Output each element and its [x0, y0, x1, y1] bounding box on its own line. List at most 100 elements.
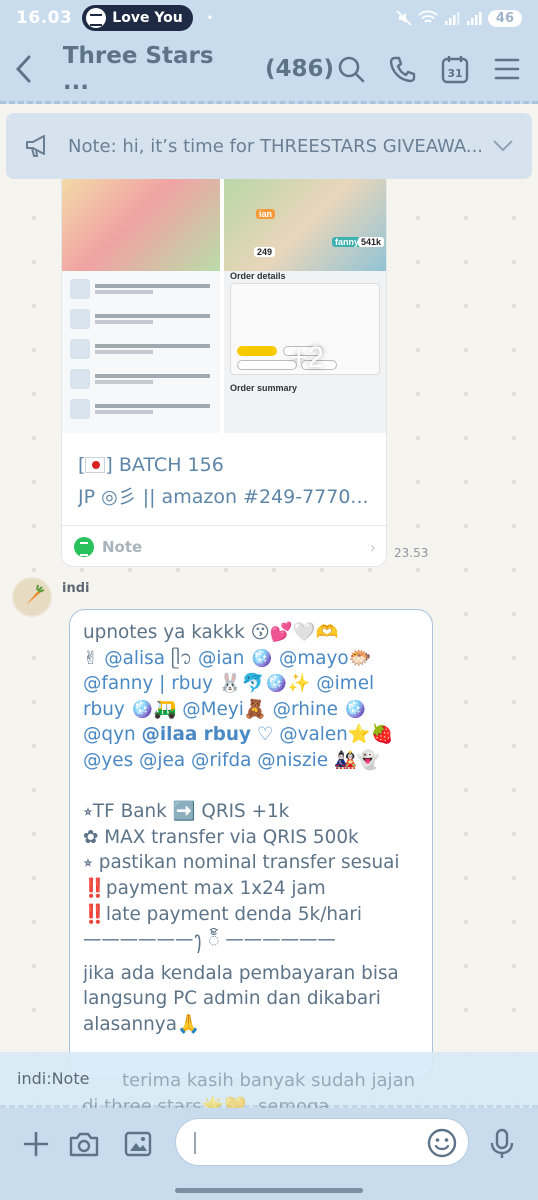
- avatar[interactable]: [12, 577, 52, 617]
- plus-icon: [23, 1131, 49, 1157]
- notification-dot: •: [206, 12, 214, 24]
- carrot-avatar-icon: [14, 579, 50, 615]
- home-indicator[interactable]: [175, 1188, 363, 1193]
- back-button[interactable]: [14, 49, 45, 89]
- megaphone-icon: [26, 135, 45, 157]
- order-list-row: [70, 279, 210, 299]
- order-list-row: [70, 309, 210, 329]
- mention[interactable]: @ilaa rbuy: [141, 724, 251, 745]
- message-line: ⭒ pastikan nominal transfer sesuai: [83, 852, 400, 874]
- chevron-down-icon[interactable]: [492, 139, 514, 153]
- message-line: langsung PC admin dan dikabari: [83, 988, 381, 1010]
- order-list-row: [70, 369, 210, 389]
- message-line: ✌ @alisa ᥫ᭡ @ian 🪩 @mayo🐡: [83, 646, 420, 672]
- mention[interactable]: rbuy 🪩🛺 @Meyi: [83, 699, 244, 720]
- composer-bar: [0, 1108, 538, 1200]
- post-subtitle: JP ◎彡 || amazon #249-7770...: [78, 486, 369, 508]
- spotify-icon: [86, 8, 107, 28]
- message-line: ⭒TF Bank ➡️ QRIS +1k: [83, 801, 290, 823]
- message-fragment: ⭐🍓: [347, 724, 394, 746]
- member-count: (486): [264, 55, 334, 82]
- message-input[interactable]: [175, 1118, 469, 1166]
- status-time: 16.03: [16, 8, 73, 28]
- message-line: @qyn @ilaa rbuy ♡ @valen⭐🍓: [83, 722, 420, 748]
- chat-title[interactable]: Three Stars ...: [63, 43, 241, 95]
- mute-icon: [396, 10, 412, 26]
- more-images-count[interactable]: +2: [290, 341, 324, 375]
- track-package-chip: [237, 346, 277, 356]
- post-image-collage[interactable]: ian 249 fanny 541k Order details Order s…: [62, 171, 386, 433]
- note-label: Note: [102, 538, 143, 556]
- now-playing-label: Love You: [112, 10, 183, 26]
- camera-icon: [69, 1132, 99, 1157]
- mention[interactable]: @yes @jea @rifda @niszie: [83, 750, 328, 771]
- emoji-button[interactable]: [426, 1127, 458, 1159]
- order-summary-label: Order summary: [230, 383, 298, 393]
- sender-name: indi: [62, 581, 90, 596]
- message-line: ‼️payment max 1x24 jam: [83, 877, 326, 899]
- status-icons: 46: [396, 9, 522, 27]
- text-caret: [194, 1132, 196, 1154]
- message-line: ✿ MAX transfer via QRIS 500k: [83, 826, 359, 848]
- search-icon: [338, 56, 365, 82]
- message-line: rbuy 🪩🛺 @Meyi🧸 @rhine 🪩: [83, 697, 420, 723]
- post-title: BATCH 156: [118, 454, 224, 476]
- status-bar: 16.03 Love You • 46: [0, 0, 538, 36]
- chat-header: Three Stars ... (486) 31: [0, 36, 538, 104]
- divider-line: ——————ꫂ ၴႅၴ ——————: [83, 929, 336, 951]
- message-bubble[interactable]: upnotes ya kakkk 😗💕🤍🫶 ✌ @alisa ᥫ᭡ @ian 🪩…: [69, 609, 433, 1079]
- message-fragment: ᥫ᭡: [170, 647, 198, 669]
- chevron-right-icon: ›: [369, 537, 376, 557]
- message-line: upnotes ya kakkk 😗💕🤍🫶: [83, 622, 339, 643]
- post-text: [] BATCH 156 JP ◎彡 || amazon #249-7770..…: [78, 449, 378, 513]
- calendar-button[interactable]: 31: [438, 52, 472, 86]
- message-fragment: 🧸: [243, 698, 273, 720]
- voice-button[interactable]: [482, 1124, 522, 1164]
- gallery-button[interactable]: [118, 1124, 158, 1164]
- japan-flag-icon: [85, 457, 106, 473]
- mic-icon: [490, 1128, 514, 1158]
- price-tag: 541k: [358, 237, 385, 247]
- message-line: ‼️late payment denda 5k/hari: [83, 903, 362, 925]
- battery-indicator: 46: [487, 9, 522, 27]
- note-icon: [74, 537, 94, 557]
- order-list-row: [70, 399, 210, 419]
- post-footer[interactable]: Note ›: [62, 525, 386, 566]
- write-review-chip: [237, 360, 297, 370]
- message-fragment: ♡: [251, 724, 280, 746]
- message-fragment: 🎎👻: [328, 749, 380, 771]
- qty-tag: 249: [254, 247, 276, 257]
- pinned-note-banner[interactable]: Note: hi, it’s time for THREESTARS GIVEA…: [6, 113, 532, 179]
- message-overflow-preview: terima kasih banyak sudah jajan di three…: [69, 1068, 433, 1108]
- mention[interactable]: @rhine 🪩: [273, 699, 367, 720]
- pinned-note-text: Note: hi, it’s time for THREESTARS GIVEA…: [68, 135, 484, 157]
- note-post-card[interactable]: ian 249 fanny 541k Order details Order s…: [61, 170, 387, 567]
- mention[interactable]: @ian 🪩 @mayo: [198, 648, 349, 669]
- phone-icon: [389, 56, 416, 82]
- add-button[interactable]: [16, 1124, 56, 1164]
- mention-line[interactable]: @fanny | rbuy 🐰🐬🪩✨ @imel: [83, 671, 420, 697]
- menu-button[interactable]: [490, 52, 524, 86]
- camera-button[interactable]: [64, 1124, 104, 1164]
- mention[interactable]: @alisa: [104, 648, 171, 669]
- mention[interactable]: @valen: [279, 724, 348, 745]
- message-fragment: 🐡: [348, 647, 372, 669]
- message-line: @yes @jea @rifda @niszie 🎎👻: [83, 748, 420, 774]
- now-playing-pill[interactable]: Love You: [82, 5, 193, 31]
- smiley-icon: [427, 1128, 457, 1158]
- calendar-day: 31: [447, 67, 462, 80]
- order-details-label: Order details: [230, 271, 286, 281]
- photo-tile-1: [62, 179, 220, 271]
- order-list-row: [70, 339, 210, 359]
- wifi-icon: [418, 10, 438, 23]
- menu-icon: [494, 58, 520, 79]
- post-timestamp: 23.53: [394, 546, 429, 560]
- calendar-icon: 31: [441, 55, 469, 83]
- image-icon: [124, 1131, 152, 1157]
- search-button[interactable]: [334, 52, 368, 86]
- mention[interactable]: @qyn: [83, 724, 141, 745]
- message-line: alasannya🙏: [83, 1013, 200, 1035]
- call-button[interactable]: [386, 52, 420, 86]
